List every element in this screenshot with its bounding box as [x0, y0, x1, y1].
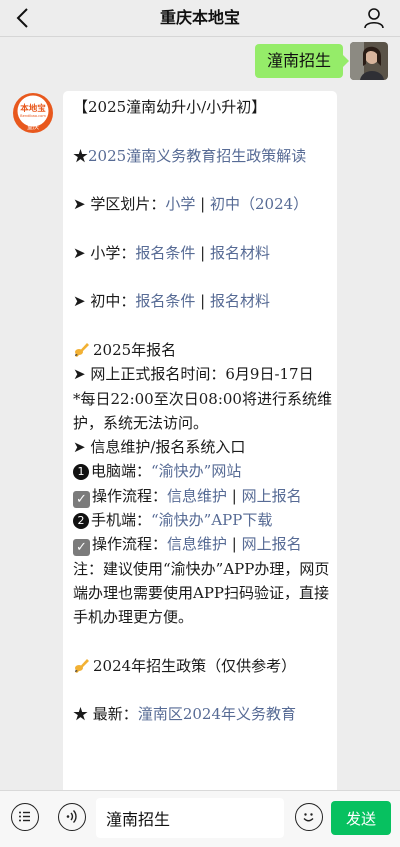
portal-line: ➤ 信息维护/报名系统入口: [73, 438, 246, 457]
pc-line: 1 电脑端：“渝快办”网站: [73, 459, 337, 483]
mobile-register-link[interactable]: 网上报名: [242, 535, 302, 553]
voice-button[interactable]: [58, 803, 86, 831]
primary-materials-link[interactable]: 报名材料: [210, 244, 270, 262]
online-time-line: ➤ 网上正式报名时间：6月9日-17日: [73, 365, 314, 384]
pc-website-link[interactable]: “渝快办”网站: [151, 462, 241, 480]
bot-avatar-city-text: 重庆: [27, 123, 39, 131]
bot-avatar-site-text: Bendibao.com: [20, 114, 46, 118]
my-avatar[interactable]: [350, 42, 388, 80]
smiley-icon: [303, 813, 314, 822]
writing-hand-icon: [75, 342, 89, 357]
junior-conditions-link[interactable]: 报名条件: [135, 292, 195, 310]
check-box-icon: ✓: [73, 490, 90, 508]
received-message-bubble: 【2025潼南幼升小/小升初】 ★2025潼南义务教育招生政策解读 ➤ 学区划片…: [63, 91, 337, 811]
junior-materials-link[interactable]: 报名材料: [210, 292, 270, 310]
app-download-link[interactable]: “渝快办”APP下载: [151, 511, 272, 529]
latest-line: ★ 最新：潼南区2024年义务教育: [73, 705, 296, 724]
list-menu-icon: [19, 811, 30, 822]
policy-line: ★2025潼南义务教育招生政策解读: [73, 144, 337, 168]
mobile-info-link[interactable]: 信息维护: [167, 535, 227, 553]
primary-conditions-link[interactable]: 报名条件: [135, 244, 195, 262]
maintenance-note: *每日22:00至次日08:00将进行系统维护，系统无法访问。: [73, 389, 332, 432]
district-junior-link[interactable]: 初中（2024）: [210, 195, 308, 213]
policy-2024-heading: 2024年招生政策（仅供参考）: [73, 654, 337, 678]
bot-avatar-logo-text: 本地宝: [20, 103, 46, 114]
mobile-flow-line: ✓ 操作流程：信息维护 | 网上报名: [73, 532, 337, 557]
pc-register-link[interactable]: 网上报名: [242, 487, 302, 505]
arrow-icon: ➤: [73, 243, 86, 262]
star-icon: ★: [73, 705, 89, 724]
pc-info-link[interactable]: 信息维护: [167, 487, 227, 505]
sent-message-bubble[interactable]: 潼南招生: [254, 44, 350, 78]
check-box-icon: ✓: [73, 539, 90, 557]
number-two-icon: 2: [73, 513, 89, 530]
district-primary-link[interactable]: 小学: [165, 195, 195, 213]
sent-message-row: 潼南招生: [0, 42, 400, 80]
writing-hand-icon: [75, 658, 89, 673]
primary-line: ➤ 小学：报名条件 | 报名材料: [73, 243, 270, 262]
header-bar: 重庆本地宝: [0, 0, 400, 37]
star-icon: ★: [73, 146, 89, 165]
user-profile-icon[interactable]: [362, 6, 386, 30]
bot-avatar[interactable]: 本地宝 Bendibao.com 重庆: [12, 92, 54, 134]
reg-2025-heading: 2025年报名: [73, 338, 337, 362]
emoji-button[interactable]: [295, 803, 323, 831]
arrow-icon: ➤: [73, 365, 86, 384]
policy-link[interactable]: 2025潼南义务教育招生政策解读: [88, 147, 306, 165]
voice-icon: [66, 810, 77, 823]
mobile-line: 2 手机端：“渝快办”APP下载: [73, 508, 337, 532]
pc-flow-line: ✓ 操作流程：信息维护 | 网上报名: [73, 484, 337, 508]
chat-input-bar: 发送: [0, 790, 400, 847]
page-title: 重庆本地宝: [159, 8, 240, 27]
app-note: 注：建议使用“渝快办”APP办理，网页端办理也需要使用APP扫码验证，直接手机办…: [73, 559, 330, 627]
latest-policy-link[interactable]: 潼南区2024年义务教育: [138, 705, 296, 723]
arrow-icon: ➤: [73, 195, 86, 214]
message-input[interactable]: [96, 798, 284, 838]
junior-line: ➤ 初中：报名条件 | 报名材料: [73, 292, 270, 311]
arrow-icon: ➤: [73, 292, 86, 311]
arrow-icon: ➤: [73, 438, 86, 457]
message-title: 【2025潼南幼升小/小升初】: [73, 98, 267, 116]
send-button[interactable]: 发送: [331, 801, 391, 835]
district-line: ➤ 学区划片：小学 | 初中（2024）: [73, 195, 309, 214]
number-one-icon: 1: [73, 464, 89, 481]
menu-button[interactable]: [11, 803, 39, 831]
